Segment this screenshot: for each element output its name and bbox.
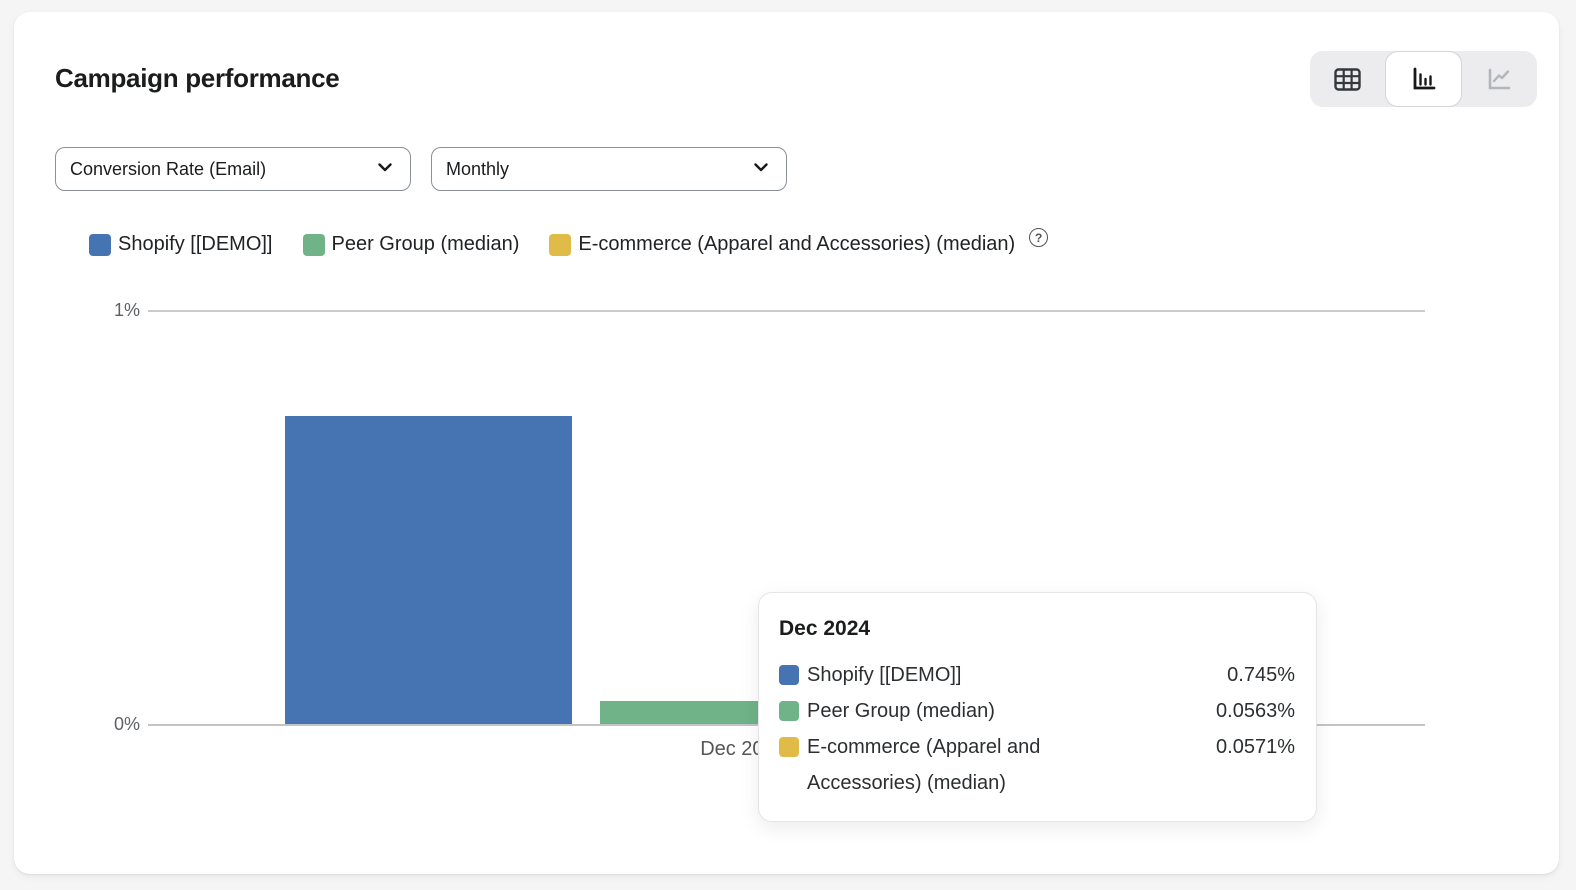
chart-legend: Shopify [[DEMO]] Peer Group (median) E-c…: [89, 233, 1048, 256]
tooltip-label: Shopify [[DEMO]]: [807, 657, 1107, 693]
tooltip-value: 0.0571%: [1107, 729, 1295, 765]
chevron-down-icon: [750, 156, 772, 183]
tooltip-swatch-ecommerce: [779, 737, 799, 757]
interval-select[interactable]: Monthly: [431, 147, 787, 191]
legend-swatch-ecommerce: [549, 234, 571, 256]
bar-chart-icon: [1410, 66, 1437, 93]
metric-select-value: Conversion Rate (Email): [70, 159, 266, 180]
bar-shopify[interactable]: [285, 416, 572, 724]
legend-label: Shopify [[DEMO]]: [118, 233, 273, 256]
legend-item-ecommerce: E-commerce (Apparel and Accessories) (me…: [549, 233, 1015, 256]
legend-label: Peer Group (median): [332, 233, 520, 256]
chart-filters: Conversion Rate (Email) Monthly: [55, 147, 787, 191]
page-title: Campaign performance: [55, 63, 339, 94]
tooltip-swatch-shopify: [779, 665, 799, 685]
line-chart-view-button[interactable]: [1462, 51, 1537, 107]
tooltip-value: 0.745%: [1107, 657, 1295, 693]
tooltip-row-peer-group: Peer Group (median) 0.0563%: [779, 693, 1295, 729]
line-chart-icon: [1486, 66, 1513, 93]
tooltip-title: Dec 2024: [779, 617, 1295, 641]
legend-item-peer-group: Peer Group (median): [303, 233, 520, 256]
gridline-1pct: [148, 310, 1425, 312]
table-view-button[interactable]: [1310, 51, 1385, 107]
legend-swatch-peer-group: [303, 234, 325, 256]
legend-swatch-shopify: [89, 234, 111, 256]
chart-view-toggle: [1310, 51, 1537, 107]
tooltip-value: 0.0563%: [1107, 693, 1295, 729]
bar-chart-view-button[interactable]: [1385, 51, 1462, 107]
help-icon[interactable]: ?: [1029, 228, 1048, 247]
interval-select-value: Monthly: [446, 159, 509, 180]
tooltip-label: E-commerce (Apparel and Accessories) (me…: [807, 729, 1107, 801]
table-icon: [1334, 68, 1361, 91]
metric-select[interactable]: Conversion Rate (Email): [55, 147, 411, 191]
y-axis-tick-1pct: 1%: [100, 300, 140, 321]
tooltip-row-ecommerce: E-commerce (Apparel and Accessories) (me…: [779, 729, 1295, 801]
chevron-down-icon: [374, 156, 396, 183]
tooltip-row-shopify: Shopify [[DEMO]] 0.745%: [779, 657, 1295, 693]
chart-tooltip: Dec 2024 Shopify [[DEMO]] 0.745% Peer Gr…: [758, 592, 1317, 822]
tooltip-label: Peer Group (median): [807, 693, 1107, 729]
legend-item-shopify: Shopify [[DEMO]]: [89, 233, 273, 256]
campaign-performance-card: Campaign performance: [14, 12, 1559, 874]
tooltip-swatch-peer-group: [779, 701, 799, 721]
legend-label: E-commerce (Apparel and Accessories) (me…: [578, 233, 1015, 256]
y-axis-tick-0pct: 0%: [100, 714, 140, 735]
